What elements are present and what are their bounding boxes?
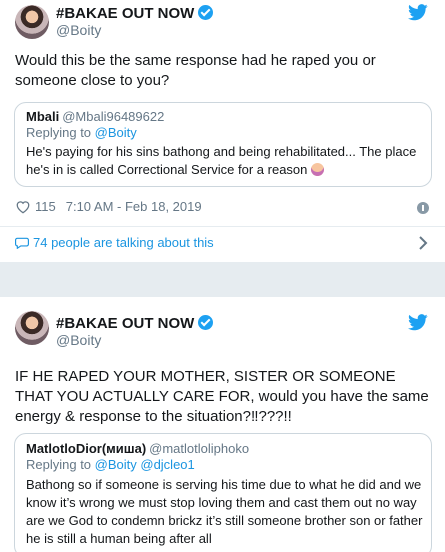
quoted-handle: @matlotloliphoko [149, 441, 250, 456]
tweet-card-1: #BAKAE OUT NOW @Boity Would this be the … [0, 0, 445, 262]
speech-bubble-icon [15, 237, 29, 249]
quoted-tweet[interactable]: Mbali @Mbali96489622 Replying to @Boity H… [14, 102, 432, 187]
replying-to-link[interactable]: @Boity [95, 125, 137, 140]
info-icon[interactable] [417, 202, 429, 214]
tweet-text: Would this be the same response had he r… [15, 52, 376, 89]
verified-badge-icon [198, 315, 214, 330]
quoted-author: Mbali @Mbali96489622 [26, 109, 164, 124]
twitter-bird-icon[interactable] [408, 314, 428, 331]
quoted-name: Mbali [26, 109, 60, 124]
quoted-text: Bathong so if someone is serving his tim… [26, 477, 423, 546]
tweet-meta: 115 7:10 AM - Feb 18, 2019 [15, 199, 202, 214]
timestamp[interactable]: 7:10 AM - Feb 18, 2019 [66, 199, 202, 214]
avatar[interactable] [15, 311, 49, 345]
facepalm-emoji-icon [311, 163, 325, 176]
quoted-handle: @Mbali96489622 [62, 109, 165, 124]
display-name[interactable]: #BAKAE OUT NOW [56, 315, 214, 332]
replying-to-link[interactable]: @Boity @djcleo1 [95, 457, 195, 472]
user-handle[interactable]: @Boity [56, 332, 101, 348]
display-name[interactable]: #BAKAE OUT NOW [56, 5, 214, 22]
quoted-name: MatlotloDior(миша) [26, 441, 147, 456]
chevron-right-icon[interactable] [418, 236, 428, 250]
verified-badge-icon [198, 5, 214, 20]
avatar[interactable] [15, 5, 49, 39]
replying-to: Replying to @Boity @djcleo1 [26, 457, 195, 472]
heart-icon[interactable] [15, 200, 31, 214]
replying-prefix: Replying to [26, 125, 95, 140]
quoted-text-content: He's paying for his sins bathong and bei… [26, 144, 417, 177]
quoted-author: MatlotloDior(миша) @matlotloliphoko [26, 441, 249, 456]
twitter-bird-icon[interactable] [408, 4, 428, 21]
display-name-text[interactable]: #BAKAE OUT NOW [56, 315, 194, 332]
replying-prefix: Replying to [26, 457, 95, 472]
display-name-text[interactable]: #BAKAE OUT NOW [56, 5, 194, 22]
talking-link[interactable]: 74 people are talking about this [15, 235, 214, 250]
feed-separator [0, 262, 445, 297]
user-handle[interactable]: @Boity [56, 22, 101, 38]
tweet-card-2: #BAKAE OUT NOW @Boity IF HE RAPED YOUR M… [0, 297, 445, 552]
divider [0, 226, 445, 227]
like-count: 115 [35, 199, 56, 214]
tweet-text: IF HE RAPED YOUR MOTHER, SISTER OR SOMEO… [15, 368, 429, 425]
quoted-text: He's paying for his sins bathong and bei… [26, 143, 424, 179]
quoted-tweet[interactable]: MatlotloDior(миша) @matlotloliphoko Reply… [14, 433, 432, 552]
replying-to: Replying to @Boity [26, 125, 137, 140]
talking-text[interactable]: 74 people are talking about this [33, 235, 214, 250]
